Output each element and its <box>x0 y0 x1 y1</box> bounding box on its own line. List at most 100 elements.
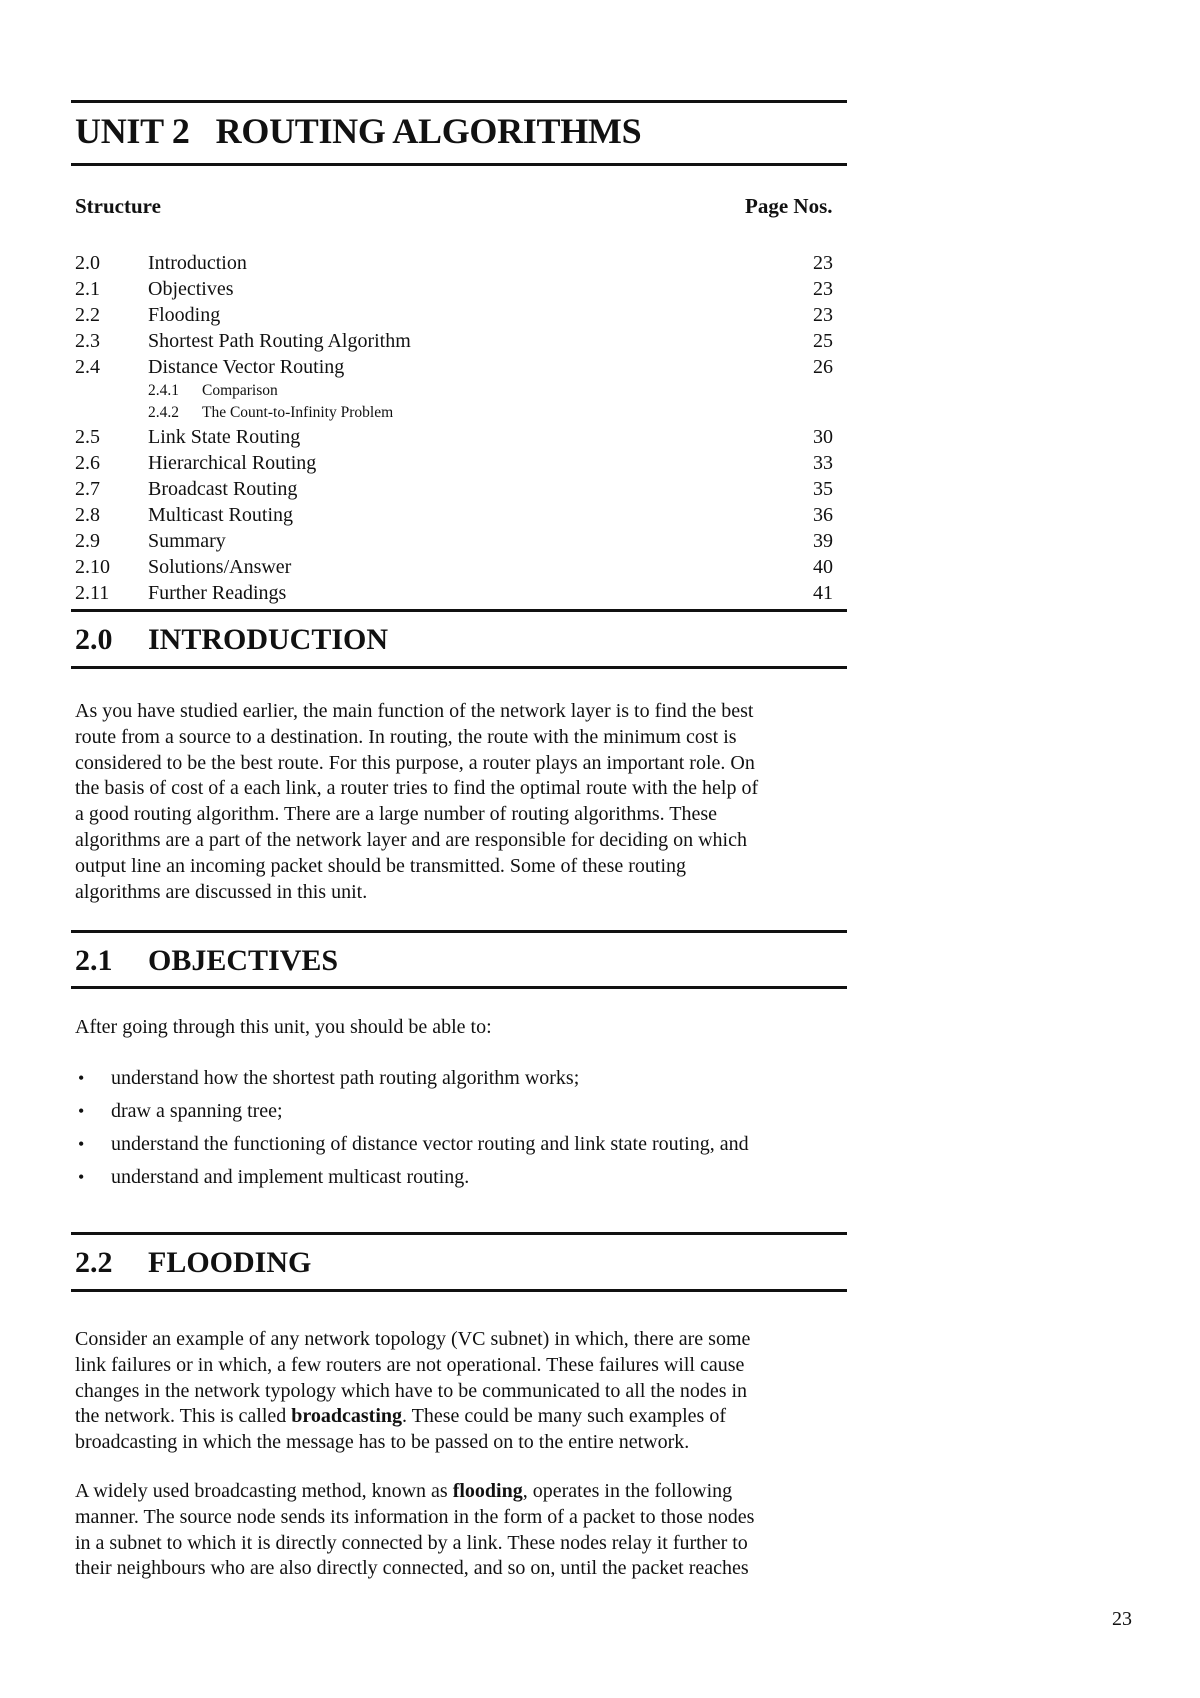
toc-entry-title: The Count-to-Infinity Problem <box>202 404 394 421</box>
text-line: changes in the network typology which ha… <box>75 1379 748 1402</box>
list-item-text: draw a spanning tree; <box>111 1100 283 1122</box>
toc-entry-title: Broadcast Routing <box>148 478 298 500</box>
toc-entry-title: Solutions/Answer <box>148 556 292 578</box>
list-item-text: understand how the shortest path routing… <box>111 1067 580 1089</box>
list-item-text: understand and implement multicast routi… <box>111 1166 470 1188</box>
toc-entry-title: Flooding <box>148 304 221 326</box>
header-rule-top <box>71 100 847 103</box>
text-line: the network. This is called broadcasting… <box>75 1404 845 1430</box>
bullet-icon: • <box>78 1101 85 1121</box>
list-item: • draw a spanning tree; <box>75 1098 845 1131</box>
toc-entry: 2.2 Flooding 23 <box>75 302 835 328</box>
text-line: the basis of cost of a each link, a rout… <box>75 777 759 800</box>
text-span: . These could be many such examples of <box>402 1405 726 1428</box>
section-rule-top <box>71 609 847 612</box>
section-rule-bottom <box>71 986 847 989</box>
text-line: A widely used broadcasting method, known… <box>75 1479 845 1505</box>
toc-entry-title: Hierarchical Routing <box>148 452 317 474</box>
text-line: broadcasting in which the message has to… <box>75 1431 690 1454</box>
toc-entry-number: 2.1 <box>75 278 100 300</box>
text-line: a good routing algorithm. There are a la… <box>75 803 718 826</box>
introduction-paragraph: As you have studied earlier, the main fu… <box>75 699 845 905</box>
section-title: INTRODUCTION <box>148 623 389 656</box>
list-item: • understand how the shortest path routi… <box>75 1065 845 1098</box>
text-line: manner. The source node sends its inform… <box>75 1505 755 1528</box>
toc-entry-page: 23 <box>813 304 833 326</box>
toc-entry-title: Summary <box>148 530 226 552</box>
toc-entry-number: 2.3 <box>75 330 100 352</box>
toc-entry-title: Shortest Path Routing Algorithm <box>148 330 411 352</box>
section-title: FLOODING <box>148 1246 312 1279</box>
text-line: output line an incoming packet should be… <box>75 854 686 877</box>
structure-label: Structure <box>75 194 161 218</box>
toc-entry-number: 2.7 <box>75 478 100 500</box>
page-nos-label: Page Nos. <box>745 194 833 218</box>
toc-entry-page: 39 <box>813 530 833 552</box>
toc-entry-title: Comparison <box>202 382 278 399</box>
toc-entry-number: 2.11 <box>75 582 110 604</box>
toc-entry: 2.4.2 The Count-to-Infinity Problem <box>75 402 835 424</box>
toc-entry-number: 2.4.2 <box>148 404 179 421</box>
section-rule-top <box>71 930 847 933</box>
text-line: link failures or in which, a few routers… <box>75 1353 745 1376</box>
list-item: • understand and implement multicast rou… <box>75 1164 845 1197</box>
toc-entry-title: Objectives <box>148 278 234 300</box>
toc-entry: 2.10 Solutions/Answer 40 <box>75 554 835 580</box>
table-of-contents: 2.0 Introduction 23 2.1 Objectives 23 2.2 Flood… <box>75 250 835 606</box>
flooding-paragraph-1: Consider an example of any network topol… <box>75 1327 845 1456</box>
toc-entry: 2.8 Multicast Routing 36 <box>75 502 835 528</box>
text-line: their neighbours who are also directly c… <box>75 1557 749 1580</box>
toc-entry: 2.0 Introduction 23 <box>75 250 835 276</box>
toc-entry: 2.9 Summary 39 <box>75 528 835 554</box>
toc-entry-page: 36 <box>813 504 833 526</box>
toc-entry-number: 2.0 <box>75 252 100 274</box>
toc-entry-number: 2.5 <box>75 426 100 448</box>
toc-entry-number: 2.10 <box>75 556 110 578</box>
bullet-icon: • <box>78 1167 85 1187</box>
text-line: in a subnet to which it is directly conn… <box>75 1531 748 1554</box>
bullet-icon: • <box>78 1068 85 1088</box>
toc-entry: 2.6 Hierarchical Routing 33 <box>75 450 835 476</box>
text-span: the network. This is called <box>75 1405 292 1428</box>
toc-entry-page: 25 <box>813 330 833 352</box>
toc-entry-title: Link State Routing <box>148 426 301 448</box>
text-line: considered to be the best route. For thi… <box>75 751 755 774</box>
section-number: 2.0 <box>75 623 113 656</box>
toc-entry: 2.7 Broadcast Routing 35 <box>75 476 835 502</box>
toc-entry-number: 2.2 <box>75 304 100 326</box>
toc-entry-page: 33 <box>813 452 833 474</box>
toc-entry-title: Introduction <box>148 252 247 274</box>
section-number: 2.1 <box>75 944 113 977</box>
unit-title: UNIT 2 ROUTING ALGORITHMS <box>75 111 642 151</box>
section-number: 2.2 <box>75 1246 113 1279</box>
term-flooding: flooding <box>452 1480 523 1502</box>
section-title: OBJECTIVES <box>148 944 339 977</box>
toc-entry-page: 40 <box>813 556 833 578</box>
toc-entry: 2.1 Objectives 23 <box>75 276 835 302</box>
toc-entry-page: 35 <box>813 478 833 500</box>
text-line: algorithms are discussed in this unit. <box>75 880 368 903</box>
section-rule-bottom <box>71 1289 847 1292</box>
toc-entry-page: 41 <box>813 582 833 604</box>
toc-entry-number: 2.6 <box>75 452 100 474</box>
section-rule-bottom <box>71 666 847 669</box>
toc-entry-page: 30 <box>813 426 833 448</box>
header-rule-bottom <box>71 163 847 166</box>
toc-entry: 2.5 Link State Routing 30 <box>75 424 835 450</box>
toc-entry-page: 23 <box>813 252 833 274</box>
toc-entry-title: Multicast Routing <box>148 504 293 526</box>
text-line: route from a source to a destination. In… <box>75 725 737 748</box>
page-number: 23 <box>1112 1608 1132 1630</box>
bullet-icon: • <box>78 1134 85 1154</box>
text-span: A widely used broadcasting method, known… <box>75 1480 453 1502</box>
toc-entry-number: 2.4 <box>75 356 100 378</box>
text-span: , operates in the following <box>522 1480 733 1502</box>
text-line: As you have studied earlier, the main fu… <box>75 700 754 722</box>
term-broadcasting: broadcasting <box>291 1405 403 1428</box>
toc-entry-page: 23 <box>813 278 833 300</box>
flooding-paragraph-2: A widely used broadcasting method, known… <box>75 1479 845 1582</box>
objectives-intro: After going through this unit, you shoul… <box>75 1015 845 1041</box>
text-line: After going through this unit, you shoul… <box>75 1016 492 1038</box>
text-line: algorithms are a part of the network lay… <box>75 828 747 851</box>
section-rule-top <box>71 1232 847 1235</box>
